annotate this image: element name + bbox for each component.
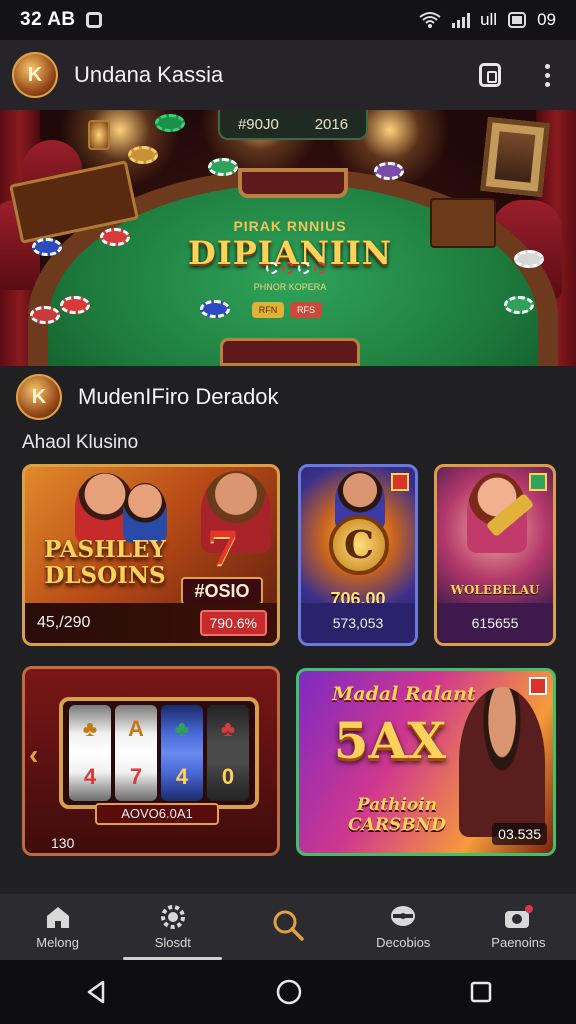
player-portrait [123,483,167,543]
chip-icon [30,306,60,324]
profile-avatar[interactable]: K [12,52,58,98]
slot-reel: ♣ 4 [69,705,111,801]
app-title: Undana Kassia [74,62,224,87]
seven-symbol-icon: 7 [207,521,240,575]
chip-icon [155,114,185,132]
table-chip-marks [266,262,326,274]
slot-reel: ♣ 0 [207,705,249,801]
card-shoe [430,198,496,248]
chip-icon [100,228,130,246]
card-badge: #OSIO [181,577,263,605]
game-card[interactable]: C 706.00 573,053 [298,464,418,646]
chip-icon [200,300,230,318]
nav-item-home[interactable]: Melong [0,894,115,960]
card-value: 130 [51,835,75,851]
chip-icon [208,158,238,176]
dice-icon [391,906,416,926]
status-time: 32 AB [20,9,76,30]
chip-icon [128,146,158,164]
card-footer: 45,/290 790.6% [25,603,277,643]
table-caption: PHNOR KOPERA [253,282,327,292]
chip-icon [60,296,90,314]
flag-icon [529,677,547,695]
card-value: 615655 [471,615,519,631]
chip-icon [160,905,185,929]
sign-right-text: 2016 [314,115,349,133]
wallet-icon[interactable] [479,63,501,87]
bet-spots: RFN RFS [252,302,322,318]
nav-item-promotions[interactable]: Paenoins [461,894,576,960]
nav-item-search[interactable] [230,894,345,960]
status-bar: 32 AB ull 09 [0,0,576,40]
section-avatar[interactable]: K [16,374,62,420]
battery-icon [508,12,527,28]
more-options-icon[interactable] [545,63,550,87]
player-portrait [459,687,545,837]
signal-icon [452,12,471,28]
nav-label: Paenoins [491,935,546,950]
nav-item-slots[interactable]: Slosdt [115,894,230,960]
card-value: 573,053 [332,615,384,631]
section-header: K MudenIFiro Deradok [16,374,279,420]
card-percent: 790.6% [199,610,267,636]
chevron-left-icon[interactable]: ‹ [29,739,38,771]
card-title: PASHLEY DLSOINS [44,536,166,589]
slot-reels: ♣ 4 A7 ♣ 4 ♣ 0 [59,697,259,809]
wifi-icon [419,12,441,28]
card-big-text: 5AX [333,711,447,770]
game-card[interactable]: Madal Ralant 5AX Pathioin CARSBND 03.535 [296,668,556,856]
games-panel: K MudenIFiro Deradok Ahaol Klusino 7 PAS… [0,366,576,894]
app-bar: K Undana Kassia [0,40,576,110]
jackpot-sign: #90J0 2016 [218,110,368,140]
hero-banner[interactable]: #90J0 2016 PIRAK RNNIUS DIPIANIIN PHNOR … [0,110,576,366]
camera-icon [505,905,534,928]
lamp-icon [88,120,110,150]
flag-icon [391,473,409,491]
flag-icon [529,473,547,491]
card-footer: 615655 [437,603,553,643]
section-title: MudenIFiro Deradok [78,384,279,409]
card-footer: 573,053 [301,603,415,643]
game-card[interactable]: WOLEBELAU 615655 [434,464,556,646]
chip-icon [374,162,404,180]
card-value: 45,/290 [37,614,91,631]
notification-icon [85,12,102,28]
signal-text: ull [480,10,498,29]
bet-spot[interactable]: RFS [290,302,322,318]
reel-label: AOVO6.0A1 [95,803,219,825]
chip-icon [514,250,544,268]
chip-icon [32,238,62,256]
bet-spot[interactable]: RFN [252,302,284,318]
table-logo: PIRAK RNNIUS DIPIANIIN PHNOR KOPERA [150,218,430,292]
nav-label: Decobios [376,935,431,950]
table-subtitle: PIRAK RNNIUS [233,218,347,234]
nav-item-live[interactable]: Decobios [346,894,461,960]
wall-picture [480,116,550,198]
battery-text: 09 [537,10,556,29]
game-card[interactable]: 7 PASHLEY DLSOINS #OSIO 45,/290 790.6% [22,464,280,646]
chip-icon [504,296,534,314]
home-circle-icon[interactable] [275,978,303,1006]
system-navigation [0,960,576,1024]
home-icon [46,907,69,928]
card-header: Madal Ralant [332,683,476,705]
game-card[interactable]: ‹ ♣ 4 A7 ♣ 4 ♣ 0 AOVO6.0A1 130 [22,666,280,856]
nav-label: Melong [36,935,79,950]
section-subtitle: Ahaol Klusino [22,432,139,453]
back-icon[interactable] [83,979,109,1005]
dealer-tray [238,168,348,198]
slot-reel: ♣ 4 [161,705,203,801]
nav-label: Slosdt [154,935,191,950]
coin-icon: C [329,515,389,575]
bottom-navigation: Melong Slosdt Decobios Paenoins [0,894,576,960]
dealer-box [220,338,360,366]
sign-left-text: #90J0 [237,115,279,133]
slot-reel: A7 [115,705,157,801]
card-value: 03.535 [492,823,547,845]
recents-icon[interactable] [469,980,493,1004]
card-title: WOLEBELAU [450,583,540,597]
search-icon [273,910,304,941]
